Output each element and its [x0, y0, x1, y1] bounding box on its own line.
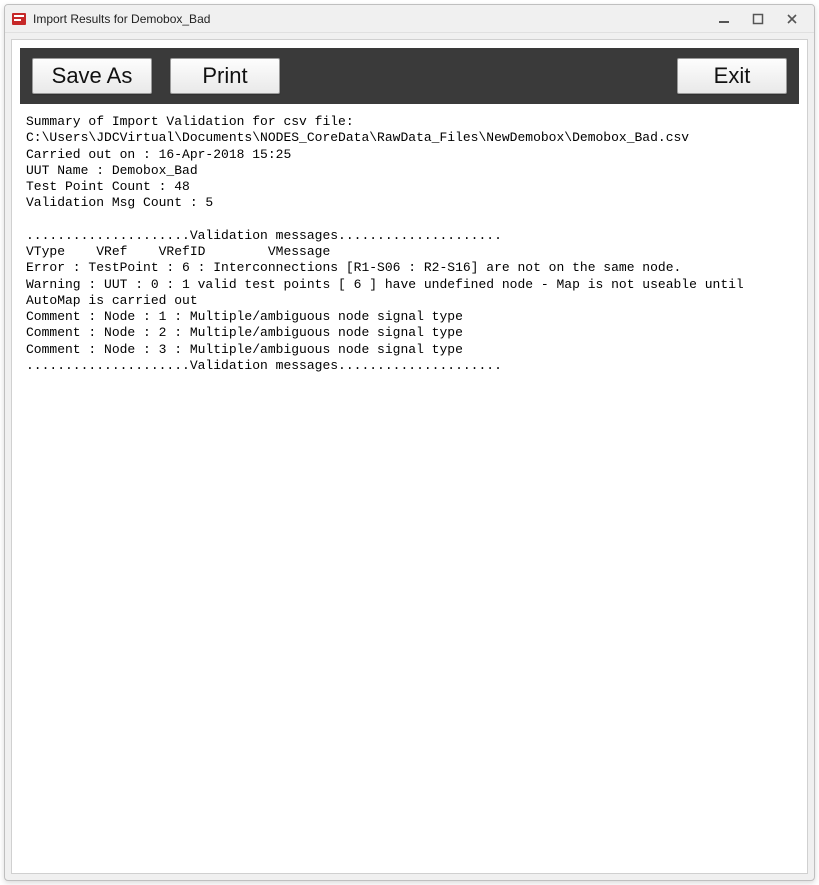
window-title: Import Results for Demobox_Bad: [33, 12, 712, 26]
maximize-button[interactable]: [746, 11, 770, 27]
app-icon: [11, 11, 27, 27]
window-controls: [712, 11, 808, 27]
save-as-button[interactable]: Save As: [32, 58, 152, 94]
exit-button[interactable]: Exit: [677, 58, 787, 94]
client-area: Save As Print Exit Summary of Import Val…: [11, 39, 808, 874]
window-frame: Import Results for Demobox_Bad Save As P…: [4, 4, 815, 881]
minimize-button[interactable]: [712, 11, 736, 27]
log-output[interactable]: Summary of Import Validation for csv fil…: [20, 104, 799, 865]
toolbar: Save As Print Exit: [20, 48, 799, 104]
print-button[interactable]: Print: [170, 58, 280, 94]
titlebar[interactable]: Import Results for Demobox_Bad: [5, 5, 814, 33]
close-button[interactable]: [780, 11, 804, 27]
